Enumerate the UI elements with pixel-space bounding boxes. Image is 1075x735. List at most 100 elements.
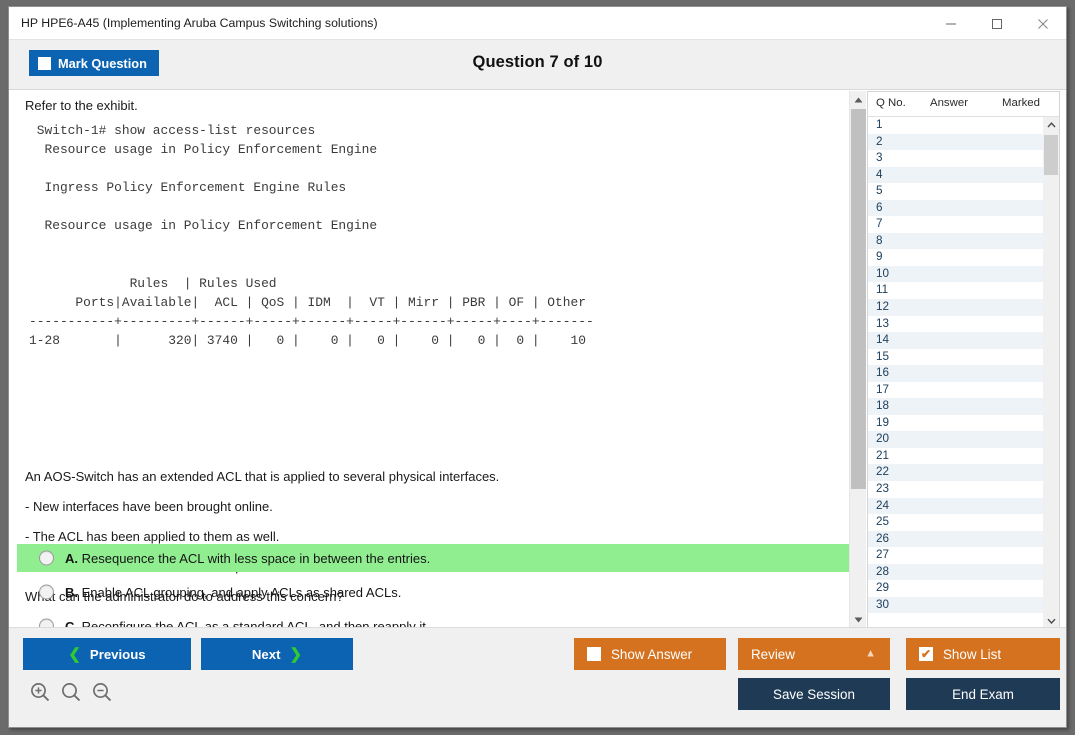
question-list-row[interactable]: 26 (868, 531, 1044, 548)
question-list-row[interactable]: 14 (868, 332, 1044, 349)
question-list-row-number: 27 (876, 548, 889, 561)
question-list-row[interactable]: 6 (868, 200, 1044, 217)
content-scrollbar-thumb[interactable] (851, 109, 866, 489)
question-list-row-number: 16 (876, 366, 889, 379)
question-list-row[interactable]: 27 (868, 547, 1044, 564)
question-list-row-number: 22 (876, 465, 889, 478)
question-list-scrollbar-thumb[interactable] (1044, 135, 1058, 175)
question-list-row[interactable]: 29 (868, 580, 1044, 597)
window-controls (928, 7, 1066, 40)
question-list-row-number: 2 (876, 135, 883, 148)
question-list-row[interactable]: 28 (868, 564, 1044, 581)
screen: HP HPE6-A45 (Implementing Aruba Campus S… (0, 0, 1075, 735)
show-answer-button[interactable]: Show Answer (574, 638, 726, 670)
list-scroll-down-button[interactable] (1043, 613, 1059, 628)
minimize-button[interactable] (928, 7, 974, 40)
show-list-checkbox-icon: ✔ (919, 647, 933, 661)
question-list-row-number: 15 (876, 350, 889, 363)
question-list-row[interactable]: 25 (868, 514, 1044, 531)
question-list-row-number: 3 (876, 151, 883, 164)
question-list-row-number: 14 (876, 333, 889, 346)
scroll-up-button[interactable] (850, 91, 867, 108)
review-label: Review (751, 647, 795, 662)
question-list-rows: 1234567891011121314151617181920212223242… (868, 117, 1044, 628)
question-list-row[interactable]: 7 (868, 216, 1044, 233)
question-list-row[interactable]: 8 (868, 233, 1044, 250)
answer-option-a-letter: A. (65, 551, 78, 566)
question-list-row[interactable]: 19 (868, 415, 1044, 432)
question-list-row[interactable]: 1 (868, 117, 1044, 134)
answer-option-a[interactable]: A. Resequence the ACL with less space in… (17, 544, 849, 572)
exhibit-console-output: Switch-1# show access-list resources Res… (29, 121, 594, 350)
previous-button[interactable]: ❮ Previous (23, 638, 191, 670)
zoom-reset-icon[interactable] (60, 681, 82, 703)
radio-button-icon[interactable] (39, 551, 54, 566)
end-exam-label: End Exam (952, 687, 1014, 702)
question-list-row[interactable]: 23 (868, 481, 1044, 498)
show-answer-checkbox-icon (587, 647, 601, 661)
question-list-row[interactable]: 10 (868, 266, 1044, 283)
list-scroll-up-button[interactable] (1043, 117, 1059, 133)
show-list-button[interactable]: ✔ Show List (906, 638, 1060, 670)
answer-option-b[interactable]: B. Enable ACL grouping, and apply ACLs a… (17, 578, 849, 606)
question-list-row[interactable]: 18 (868, 398, 1044, 415)
end-exam-button[interactable]: End Exam (906, 678, 1060, 710)
answer-option-a-text: A. Resequence the ACL with less space in… (65, 551, 430, 566)
chevron-right-icon: ❯ (290, 647, 303, 662)
question-list-row[interactable]: 16 (868, 365, 1044, 382)
chevron-up-icon (854, 97, 863, 103)
answer-option-a-body: Resequence the ACL with less space in be… (82, 551, 431, 566)
question-list-scrollbar[interactable] (1043, 117, 1059, 628)
question-list-row-number: 26 (876, 532, 889, 545)
zoom-in-icon[interactable] (29, 681, 51, 703)
next-button-label: Next (252, 647, 281, 662)
bottom-toolbar: ❮ Previous Next ❯ Show Answer Review ▲ ✔… (9, 627, 1066, 727)
checkmark-icon: ✔ (921, 648, 931, 660)
question-list-row[interactable]: 4 (868, 167, 1044, 184)
answer-option-b-body: Enable ACL grouping, and apply ACLs as s… (82, 585, 402, 600)
question-list-row-number: 7 (876, 217, 883, 230)
question-list-row[interactable]: 11 (868, 282, 1044, 299)
next-button[interactable]: Next ❯ (201, 638, 353, 670)
minimize-icon (945, 18, 957, 30)
answer-options: A. Resequence the ACL with less space in… (17, 544, 849, 628)
question-header: Mark Question Question 7 of 10 (9, 40, 1066, 90)
question-list-row[interactable]: 30 (868, 597, 1044, 614)
question-list-row[interactable]: 20 (868, 431, 1044, 448)
question-list-row-number: 11 (876, 283, 888, 296)
question-list-row[interactable]: 12 (868, 299, 1044, 316)
question-list-row-number: 30 (876, 598, 889, 611)
question-list-row-number: 5 (876, 184, 883, 197)
question-list-row-number: 25 (876, 515, 889, 528)
column-header-qno: Q No. (876, 97, 906, 109)
column-header-marked: Marked (1002, 97, 1040, 109)
exam-window: HP HPE6-A45 (Implementing Aruba Campus S… (8, 6, 1067, 728)
question-list-row[interactable]: 9 (868, 249, 1044, 266)
chevron-down-icon (1047, 618, 1056, 624)
maximize-icon (991, 18, 1003, 30)
exhibit-intro-text: Refer to the exhibit. (25, 98, 138, 113)
question-list-row[interactable]: 21 (868, 448, 1044, 465)
question-list-row[interactable]: 24 (868, 498, 1044, 515)
close-button[interactable] (1020, 7, 1066, 40)
chevron-left-icon: ❮ (68, 647, 81, 662)
review-dropdown-button[interactable]: Review ▲ (738, 638, 890, 670)
question-list-row[interactable]: 17 (868, 382, 1044, 399)
question-list-row[interactable]: 22 (868, 464, 1044, 481)
save-session-button[interactable]: Save Session (738, 678, 890, 710)
answer-option-b-text: B. Enable ACL grouping, and apply ACLs a… (65, 585, 401, 600)
question-list-row[interactable]: 3 (868, 150, 1044, 167)
show-list-label: Show List (943, 647, 1001, 662)
radio-button-icon[interactable] (39, 585, 54, 600)
question-list-row[interactable]: 5 (868, 183, 1044, 200)
question-list-row[interactable]: 2 (868, 134, 1044, 151)
scroll-down-button[interactable] (850, 611, 867, 628)
question-list-row[interactable]: 13 (868, 316, 1044, 333)
zoom-out-icon[interactable] (91, 681, 113, 703)
maximize-button[interactable] (974, 7, 1020, 40)
chevron-down-icon (854, 617, 863, 623)
content-scrollbar[interactable] (849, 91, 866, 628)
question-list-row-number: 17 (876, 383, 889, 396)
answer-option-c[interactable]: C. Reconfigure the ACL as a standard ACL… (17, 612, 849, 628)
question-list-row[interactable]: 15 (868, 349, 1044, 366)
